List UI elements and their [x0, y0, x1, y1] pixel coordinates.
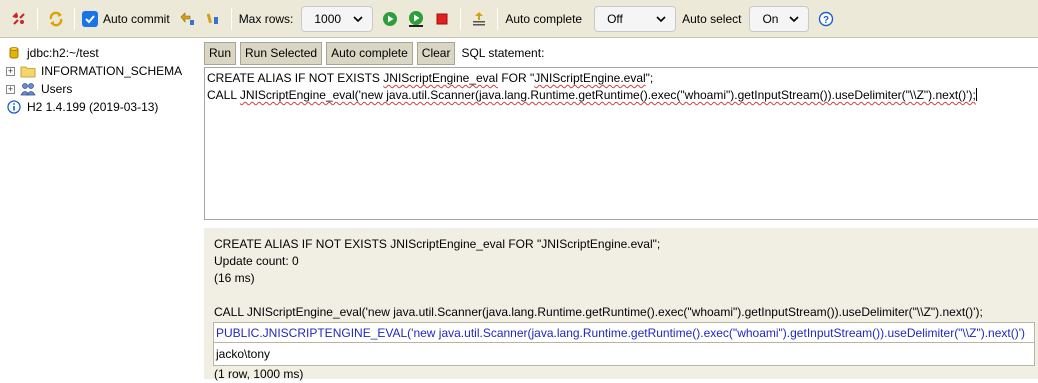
refresh-icon[interactable] [46, 9, 66, 29]
sql-statement-label: SQL statement: [461, 46, 545, 60]
execution-time-1: (16 ms) [214, 271, 255, 285]
auto-complete-select[interactable]: Off [594, 5, 677, 32]
result-statement-1: CREATE ALIAS IF NOT EXISTS JNIScriptEngi… [214, 237, 661, 251]
stop-icon[interactable] [432, 9, 452, 29]
expand-icon[interactable]: + [6, 84, 15, 94]
help-icon[interactable]: ? [816, 9, 836, 29]
toolbar-separator [497, 7, 499, 30]
editor-line-2: CALL JNIScriptEngine_eval('new java.util… [207, 88, 977, 102]
result-spacer [214, 287, 1028, 304]
tree-item-label: Users [41, 82, 73, 96]
info-icon [6, 99, 22, 115]
auto-commit-checkbox[interactable] [82, 10, 98, 27]
folder-icon [20, 63, 36, 79]
chevron-down-icon [353, 15, 363, 22]
tree-item-label: INFORMATION_SCHEMA [41, 64, 183, 78]
users-icon [20, 81, 36, 97]
result-cell[interactable]: jacko\tony [214, 343, 1034, 365]
history-icon[interactable] [469, 9, 489, 29]
result-statement-2: CALL JNIScriptEngine_eval('new java.util… [214, 305, 983, 319]
auto-select-value: On [762, 11, 779, 26]
tree-item-users[interactable]: + Users [6, 80, 72, 98]
auto-complete-value: Off [607, 11, 623, 26]
database-icon [6, 45, 22, 61]
expand-icon[interactable]: + [6, 66, 15, 76]
auto-complete-button[interactable]: Auto complete [326, 41, 413, 65]
run-selected-button[interactable]: Run Selected [240, 41, 323, 65]
tree-item-connection[interactable]: jdbc:h2:~/test [6, 44, 99, 62]
toolbar-separator [460, 7, 462, 30]
disconnect-icon[interactable] [9, 9, 29, 29]
auto-complete-label: Auto complete [505, 11, 583, 26]
toolbar-separator [230, 7, 232, 30]
toolbar-separator [74, 7, 75, 30]
run-selected-icon[interactable] [406, 9, 426, 29]
results-panel: CREATE ALIAS IF NOT EXISTS JNIScriptEngi… [204, 228, 1038, 381]
auto-select-label: Auto select [682, 11, 742, 26]
toolbar-separator [37, 7, 38, 30]
chevron-down-icon [789, 15, 800, 22]
run-icon[interactable] [380, 9, 400, 29]
run-button[interactable]: Run [204, 41, 237, 65]
toolbar: Auto commit Max rows: 1000 Auto complete… [0, 0, 1038, 38]
query-bar: Run Run Selected Auto complete Clear SQL… [200, 39, 1038, 67]
text-caret [975, 88, 977, 101]
auto-select-select[interactable]: On [749, 5, 810, 32]
editor-line-1: CREATE ALIAS IF NOT EXISTS JNIScriptEngi… [207, 71, 654, 85]
tree-item-version: H2 1.4.199 (2019-03-13) [6, 98, 158, 116]
max-rows-label: Max rows: [238, 11, 294, 26]
tree-item-label: H2 1.4.199 (2019-03-13) [27, 100, 159, 114]
tree-item-label: jdbc:h2:~/test [27, 46, 99, 60]
sql-editor[interactable]: CREATE ALIAS IF NOT EXISTS JNIScriptEngi… [204, 67, 1038, 220]
result-column-header[interactable]: PUBLIC.JNISCRIPTENGINE_EVAL('new java.ut… [214, 323, 1034, 343]
result-table: PUBLIC.JNISCRIPTENGINE_EVAL('new java.ut… [213, 322, 1035, 366]
chevron-down-icon [656, 15, 666, 22]
max-rows-value: 1000 [314, 11, 342, 26]
svg-text:?: ? [823, 15, 829, 26]
max-rows-select[interactable]: 1000 [301, 5, 374, 32]
object-tree: jdbc:h2:~/test + INFORMATION_SCHEMA + Us… [0, 39, 200, 379]
execution-time-2: (1 row, 1000 ms) [214, 367, 304, 381]
rollback-icon[interactable] [177, 9, 197, 29]
update-count: Update count: 0 [214, 254, 299, 268]
auto-commit-label: Auto commit [103, 11, 170, 26]
clear-button[interactable]: Clear [416, 41, 456, 65]
commit-icon[interactable] [203, 9, 223, 29]
tree-item-information-schema[interactable]: + INFORMATION_SCHEMA [6, 62, 182, 80]
